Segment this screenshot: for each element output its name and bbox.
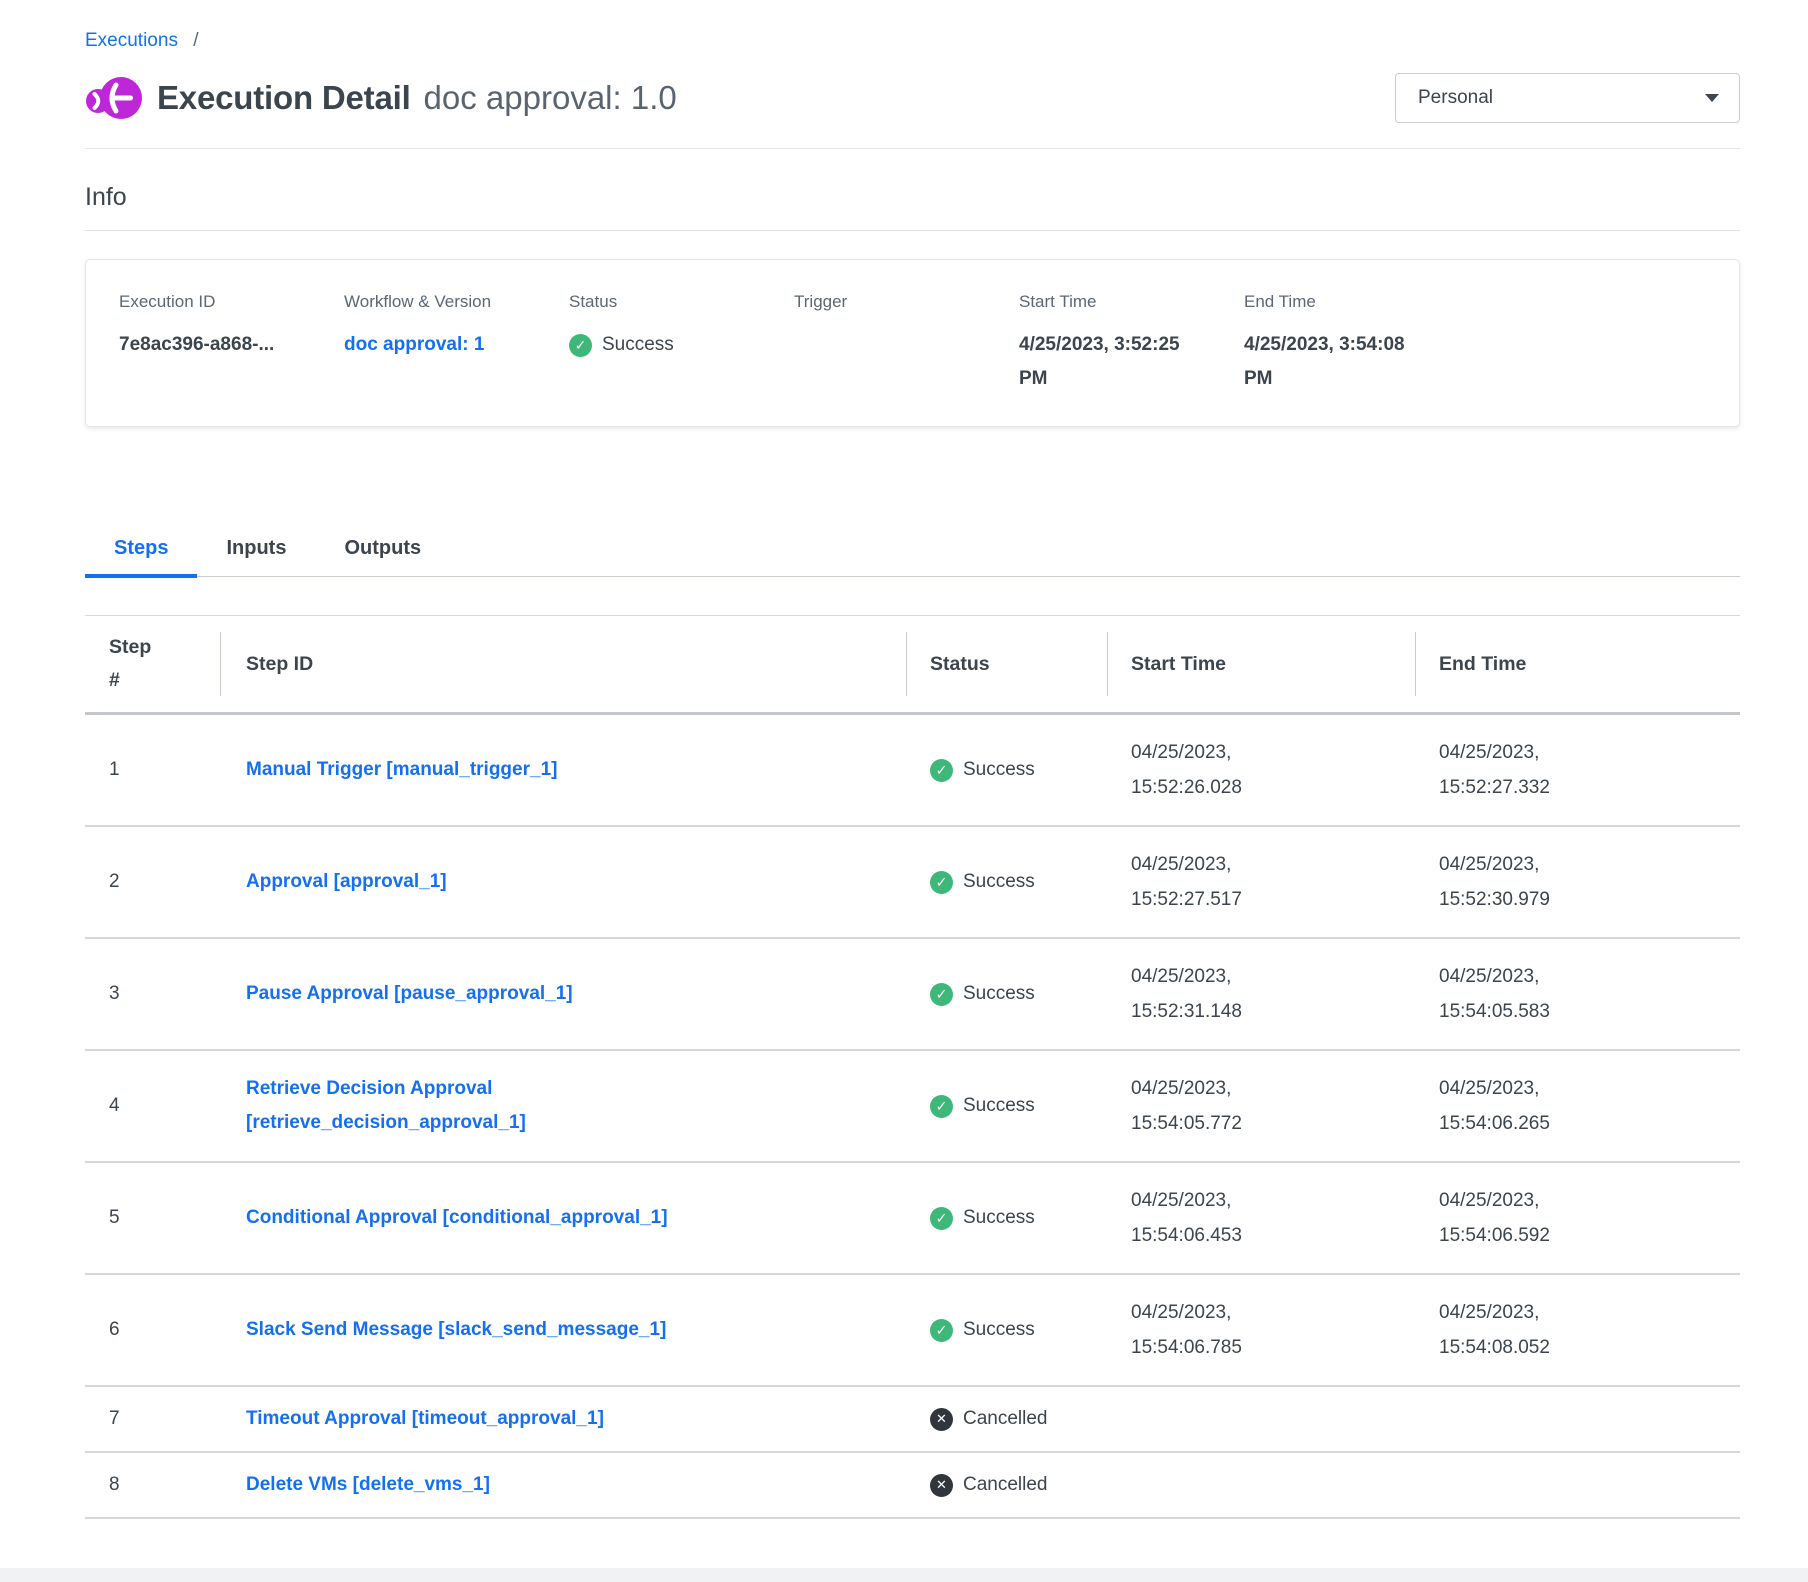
table-header-row: Step # Step ID Status Start Time End Tim…: [85, 616, 1740, 715]
status-badge: Success: [569, 328, 674, 362]
info-field-start-time: Start Time 4/25/2023, 3:52:25 PM: [1019, 292, 1244, 396]
header-separator: [1107, 632, 1108, 696]
status-badge: Success: [930, 1319, 1035, 1342]
end-time-cell: 04/25/2023, 15:54:08.052: [1439, 1295, 1591, 1365]
execution-detail-page: Executions / Execution Detail doc approv…: [0, 0, 1808, 1582]
step-number: 8: [109, 1474, 120, 1496]
footer-strip: [0, 1568, 1808, 1582]
check-circle-icon: [930, 871, 953, 894]
step-number: 7: [109, 1408, 120, 1430]
steps-table: Step # Step ID Status Start Time End Tim…: [85, 615, 1740, 1519]
step-id-link[interactable]: Manual Trigger [manual_trigger_1]: [246, 753, 557, 787]
end-time-cell: 04/25/2023, 15:54:05.583: [1439, 959, 1591, 1029]
column-header-step-number: Step #: [85, 616, 220, 712]
status-badge: Success: [930, 983, 1035, 1006]
info-field-end-time: End Time 4/25/2023, 3:54:08 PM: [1244, 292, 1729, 396]
step-number: 2: [109, 871, 120, 893]
column-header-status: Status: [906, 616, 1107, 712]
info-heading: Info: [85, 183, 1740, 212]
table-row: 7 Timeout Approval [timeout_approval_1] …: [85, 1387, 1740, 1453]
tab-inputs[interactable]: Inputs: [197, 527, 315, 576]
table-row: 6 Slack Send Message [slack_send_message…: [85, 1275, 1740, 1387]
title-divider: [85, 148, 1740, 149]
column-header-step-id: Step ID: [220, 616, 906, 712]
start-time-cell: 04/25/2023, 15:54:06.785: [1131, 1295, 1283, 1365]
step-number: 5: [109, 1207, 120, 1229]
x-circle-icon: [930, 1474, 953, 1497]
step-number: 4: [109, 1095, 120, 1117]
check-circle-icon: [569, 334, 592, 357]
step-number: 6: [109, 1319, 120, 1341]
status-badge: Cancelled: [930, 1474, 1048, 1497]
tab-outputs[interactable]: Outputs: [315, 527, 450, 576]
x-circle-icon: [930, 1408, 953, 1431]
info-field-workflow-version: Workflow & Version doc approval: 1: [344, 292, 569, 396]
end-time-cell: 04/25/2023, 15:54:06.592: [1439, 1183, 1591, 1253]
status-badge: Success: [930, 759, 1035, 782]
start-time-cell: 04/25/2023, 15:54:06.453: [1131, 1183, 1283, 1253]
status-badge: Success: [930, 1095, 1035, 1118]
header-separator: [220, 632, 221, 696]
info-field-trigger: Trigger: [794, 292, 1019, 396]
step-id-link[interactable]: Retrieve Decision Approval [retrieve_dec…: [246, 1072, 746, 1140]
title-row: Execution Detail doc approval: 1.0 Perso…: [85, 72, 1740, 124]
workflow-branch-icon: [85, 72, 143, 124]
table-row: 8 Delete VMs [delete_vms_1] Cancelled: [85, 1453, 1740, 1519]
header-separator: [906, 632, 907, 696]
breadcrumb-separator: /: [193, 30, 198, 51]
step-id-link[interactable]: Slack Send Message [slack_send_message_1…: [246, 1313, 666, 1347]
check-circle-icon: [930, 983, 953, 1006]
end-time-cell: 04/25/2023, 15:54:06.265: [1439, 1071, 1591, 1141]
column-header-end-time: End Time: [1415, 616, 1740, 712]
page-title: Execution Detail: [157, 79, 411, 117]
end-time-cell: 04/25/2023, 15:52:30.979: [1439, 847, 1591, 917]
table-row: 3 Pause Approval [pause_approval_1] Succ…: [85, 939, 1740, 1051]
page-subtitle: doc approval: 1.0: [424, 79, 677, 117]
workflow-version-link[interactable]: doc approval: 1: [344, 334, 484, 355]
check-circle-icon: [930, 759, 953, 782]
step-id-link[interactable]: Delete VMs [delete_vms_1]: [246, 1468, 490, 1502]
table-row: 5 Conditional Approval [conditional_appr…: [85, 1163, 1740, 1275]
step-id-link[interactable]: Timeout Approval [timeout_approval_1]: [246, 1402, 604, 1436]
step-id-link[interactable]: Approval [approval_1]: [246, 865, 447, 899]
status-badge: Success: [930, 1207, 1035, 1230]
start-time-cell: 04/25/2023, 15:54:05.772: [1131, 1071, 1283, 1141]
info-card: Execution ID 7e8ac396-a868-... Workflow …: [85, 259, 1740, 427]
table-row: 2 Approval [approval_1] Success 04/25/20…: [85, 827, 1740, 939]
table-row: 1 Manual Trigger [manual_trigger_1] Succ…: [85, 715, 1740, 827]
info-field-status: Status Success: [569, 292, 794, 396]
status-badge: Cancelled: [930, 1408, 1048, 1431]
breadcrumb: Executions /: [85, 0, 1740, 52]
check-circle-icon: [930, 1207, 953, 1230]
scope-dropdown[interactable]: Personal: [1395, 73, 1740, 123]
end-time-cell: 04/25/2023, 15:52:27.332: [1439, 735, 1591, 805]
step-number: 1: [109, 759, 120, 781]
info-field-execution-id: Execution ID 7e8ac396-a868-...: [119, 292, 344, 396]
info-divider: [85, 230, 1740, 231]
table-body: 1 Manual Trigger [manual_trigger_1] Succ…: [85, 715, 1740, 1519]
column-header-start-time: Start Time: [1107, 616, 1415, 712]
step-number: 3: [109, 983, 120, 1005]
chevron-down-icon: [1705, 94, 1719, 102]
start-time-cell: 04/25/2023, 15:52:26.028: [1131, 735, 1283, 805]
check-circle-icon: [930, 1095, 953, 1118]
breadcrumb-executions-link[interactable]: Executions: [85, 30, 178, 51]
check-circle-icon: [930, 1319, 953, 1342]
header-separator: [1415, 632, 1416, 696]
tabs-bar: Steps Inputs Outputs: [85, 527, 1740, 577]
table-row: 4 Retrieve Decision Approval [retrieve_d…: [85, 1051, 1740, 1163]
step-id-link[interactable]: Conditional Approval [conditional_approv…: [246, 1201, 668, 1235]
start-time-cell: 04/25/2023, 15:52:27.517: [1131, 847, 1283, 917]
start-time-cell: 04/25/2023, 15:52:31.148: [1131, 959, 1283, 1029]
scope-dropdown-value: Personal: [1418, 87, 1493, 109]
tab-steps[interactable]: Steps: [85, 527, 197, 576]
status-badge: Success: [930, 871, 1035, 894]
step-id-link[interactable]: Pause Approval [pause_approval_1]: [246, 977, 573, 1011]
